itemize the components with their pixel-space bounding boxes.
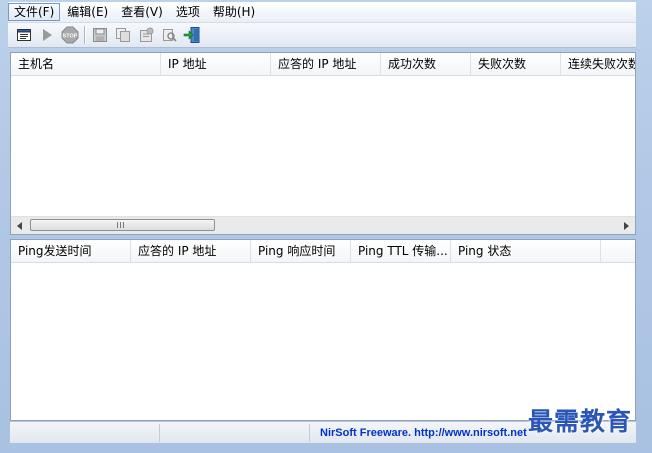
menu-file[interactable]: 文件(F) xyxy=(8,3,61,21)
column-header-host-name[interactable]: 主机名 xyxy=(11,53,161,75)
save-icon xyxy=(93,28,107,42)
column-header-consecutive-failed[interactable]: 连续失败次数 xyxy=(561,53,635,75)
column-header-reply-ip-address[interactable]: 应答的 IP 地址 xyxy=(131,240,251,262)
find-button[interactable] xyxy=(159,25,179,45)
properties-button[interactable] xyxy=(14,25,34,45)
properties-icon xyxy=(17,29,31,41)
chevron-right-icon xyxy=(623,221,629,230)
toolbar: STOP xyxy=(8,22,636,48)
nirsoft-link[interactable]: NirSoft Freeware. http://www.nirsoft.net xyxy=(320,422,527,444)
column-header-response-time[interactable]: Ping 响应时间 xyxy=(251,240,351,262)
hosts-list[interactable]: 主机名 IP 地址 应答的 IP 地址 成功次数 失败次数 连续失败次数 xyxy=(10,52,636,235)
exit-icon xyxy=(183,27,200,43)
menu-view[interactable]: 查看(V) xyxy=(115,3,169,21)
find-icon xyxy=(163,29,177,42)
copy-icon xyxy=(116,28,130,42)
hosts-list-body[interactable] xyxy=(11,76,635,234)
svg-text:STOP: STOP xyxy=(63,34,78,40)
menu-bar: 文件(F) 编辑(E) 查看(V) 选项 帮助(H) xyxy=(8,2,636,22)
scrollbar-grip-icon xyxy=(117,222,126,228)
watermark-logo: 最需教育 xyxy=(528,407,633,436)
ping-results-list[interactable]: Ping发送时间 应答的 IP 地址 Ping 响应时间 Ping TTL 传输… xyxy=(10,239,636,421)
hosts-list-header: 主机名 IP 地址 应答的 IP 地址 成功次数 失败次数 连续失败次数 xyxy=(11,53,635,76)
chevron-left-icon xyxy=(16,221,22,230)
exit-button[interactable] xyxy=(182,25,202,45)
column-header-success-count[interactable]: 成功次数 xyxy=(381,53,471,75)
ping-results-header: Ping发送时间 应答的 IP 地址 Ping 响应时间 Ping TTL 传输… xyxy=(11,240,635,263)
status-panel-1 xyxy=(10,423,160,442)
column-header-failed-count[interactable]: 失败次数 xyxy=(471,53,561,75)
save-button[interactable] xyxy=(90,25,110,45)
column-header-reply-ip[interactable]: 应答的 IP 地址 xyxy=(271,53,381,75)
column-header-ping-status[interactable]: Ping 状态 xyxy=(451,240,601,262)
html-report-icon xyxy=(140,27,154,42)
stop-icon: STOP xyxy=(61,26,79,44)
start-ping-button[interactable] xyxy=(37,25,57,45)
column-header-ip-address[interactable]: IP 地址 xyxy=(161,53,271,75)
toolbar-separator xyxy=(84,26,86,44)
menu-help[interactable]: 帮助(H) xyxy=(207,3,261,21)
scroll-left-button[interactable] xyxy=(11,217,28,234)
copy-button[interactable] xyxy=(113,25,133,45)
column-header-ping-time[interactable]: Ping发送时间 xyxy=(11,240,131,262)
app-window: 文件(F) 编辑(E) 查看(V) 选项 帮助(H) STOP 主机名 IP 地… xyxy=(0,0,652,453)
scroll-right-button[interactable] xyxy=(618,217,635,234)
column-header-ping-ttl[interactable]: Ping TTL 传输... xyxy=(351,240,451,262)
menu-options[interactable]: 选项 xyxy=(170,3,206,21)
scrollbar-thumb[interactable] xyxy=(30,219,215,231)
menu-edit[interactable]: 编辑(E) xyxy=(61,3,114,21)
horizontal-scrollbar[interactable] xyxy=(11,216,635,234)
stop-ping-button[interactable]: STOP xyxy=(60,25,80,45)
ping-results-body[interactable] xyxy=(11,263,635,420)
html-report-button[interactable] xyxy=(136,25,156,45)
status-panel-2 xyxy=(160,423,310,442)
play-icon xyxy=(43,29,52,41)
